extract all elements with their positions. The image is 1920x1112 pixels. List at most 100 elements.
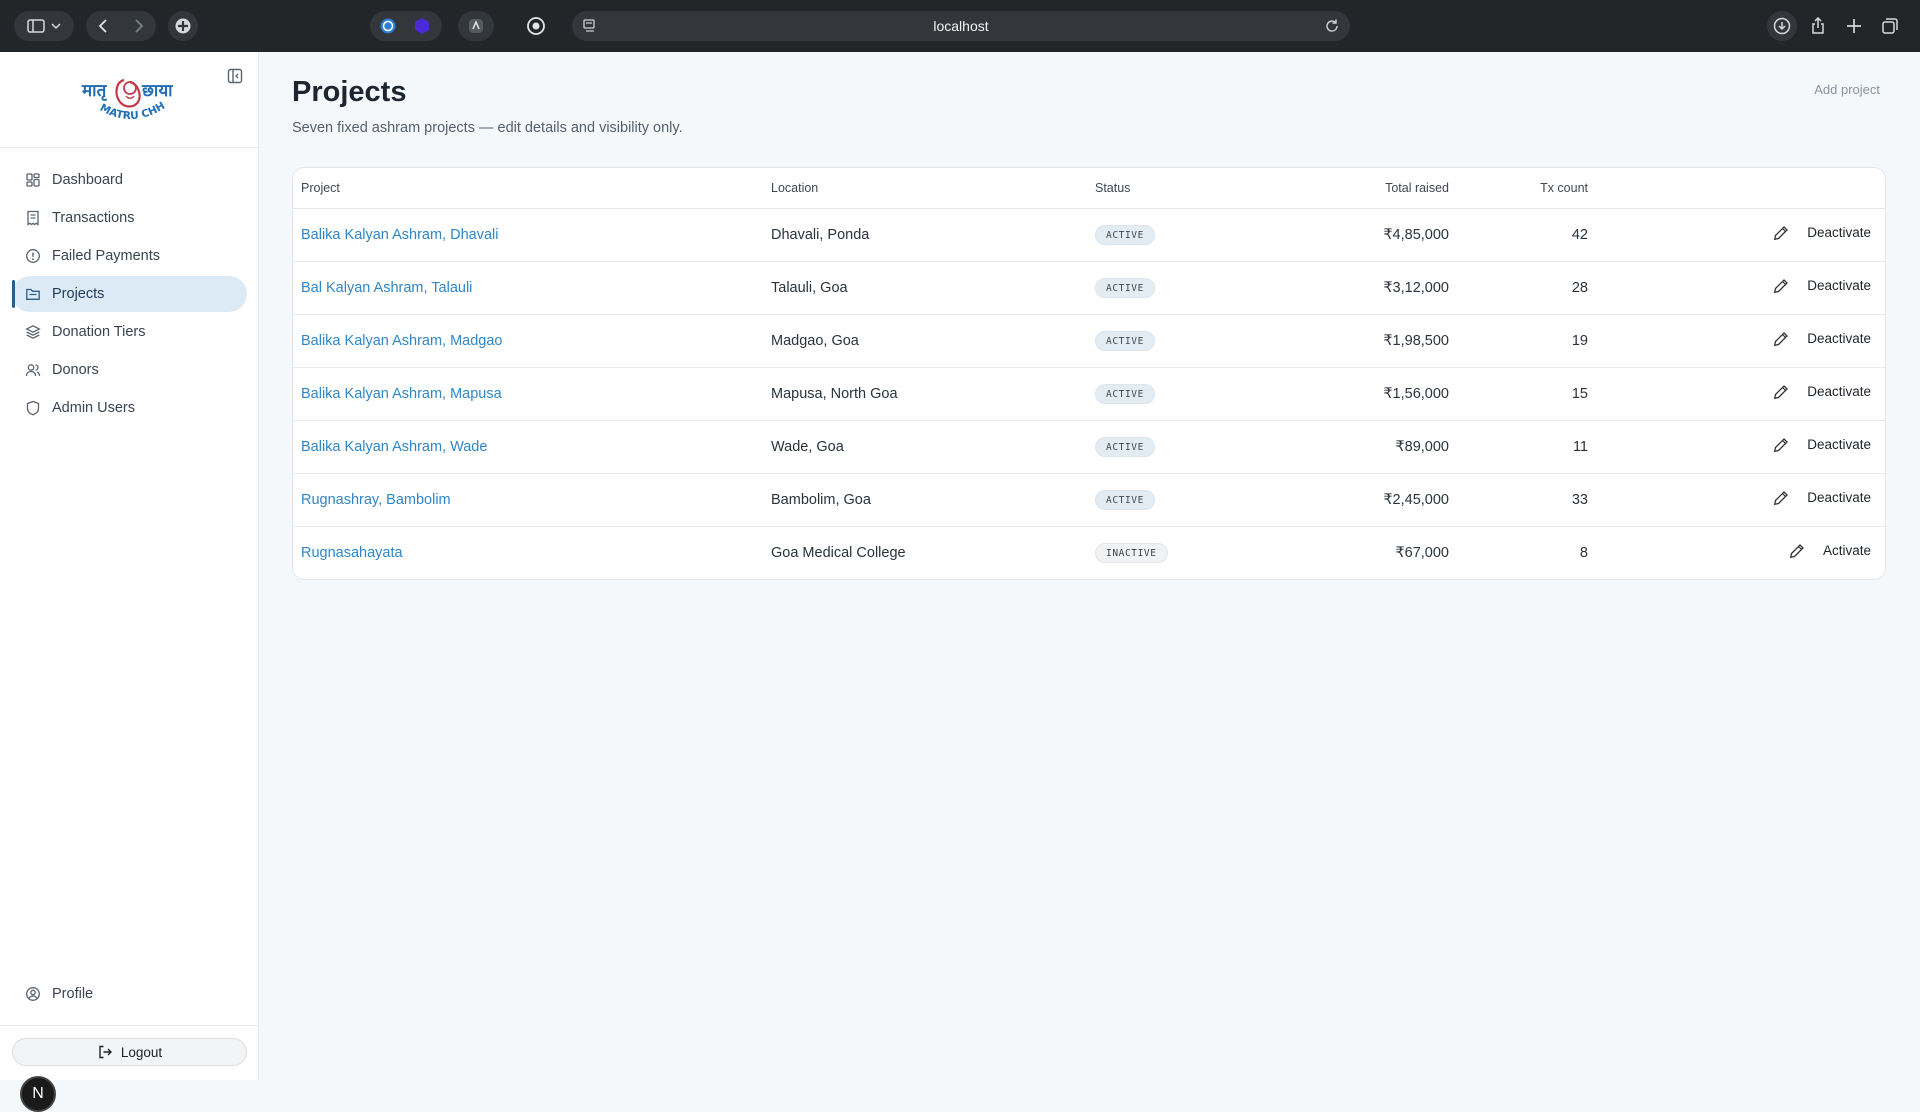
project-location: Wade, Goa (763, 420, 1087, 474)
total-raised: ₹2,45,000 (1287, 473, 1457, 527)
logout-button[interactable]: Logout (12, 1038, 247, 1066)
logo-area: मातृ छाया MATRU CHHAYA (0, 52, 259, 148)
activate-button[interactable]: Activate (1823, 543, 1871, 558)
layers-icon (25, 324, 41, 340)
edit-pencil-icon[interactable] (1773, 225, 1789, 241)
project-name-link[interactable]: Rugnashray, Bambolim (301, 492, 451, 508)
svg-text:छाया: छाया (141, 81, 173, 101)
forward-icon[interactable] (135, 19, 144, 33)
project-location: Talauli, Goa (763, 261, 1087, 315)
deactivate-button[interactable]: Deactivate (1807, 278, 1871, 293)
deactivate-button[interactable]: Deactivate (1807, 384, 1871, 399)
deactivate-button[interactable]: Deactivate (1807, 225, 1871, 240)
edit-pencil-icon[interactable] (1789, 543, 1805, 559)
project-location: Dhavali, Ponda (763, 208, 1087, 262)
column-header-location: Location (763, 168, 1087, 209)
privacy-button[interactable] (521, 11, 551, 41)
add-project-button[interactable]: Add project (1814, 82, 1880, 97)
total-raised: ₹89,000 (1287, 420, 1457, 474)
avatar[interactable]: N (20, 1076, 56, 1112)
tx-count: 11 (1457, 420, 1596, 474)
back-icon[interactable] (98, 19, 107, 33)
extension-button[interactable] (168, 11, 198, 41)
sidebar-item-failed-payments[interactable]: Failed Payments (12, 238, 247, 274)
project-location: Mapusa, North Goa (763, 367, 1087, 421)
edit-pencil-icon[interactable] (1773, 278, 1789, 294)
sidebar-item-transactions[interactable]: Transactions (12, 200, 247, 236)
privacy-icon (527, 17, 545, 35)
pinned-tab-3[interactable] (458, 11, 494, 41)
history-nav (86, 11, 156, 41)
sidebar: मातृ छाया MATRU CHHAYA Dashboard Transac… (0, 52, 259, 1112)
logout-label: Logout (120, 1044, 163, 1060)
sidebar-item-label: Donation Tiers (52, 324, 146, 340)
project-name-link[interactable]: Balika Kalyan Ashram, Madgao (301, 333, 503, 349)
address-bar[interactable]: localhost (572, 11, 1350, 41)
project-name-link[interactable]: Bal Kalyan Ashram, Talauli (301, 280, 472, 296)
table-row: Balika Kalyan Ashram, Madgao Madgao, Goa… (293, 314, 1885, 368)
project-name-link[interactable]: Rugnasahayata (301, 545, 403, 561)
sidebar-item-admin-users[interactable]: Admin Users (12, 390, 247, 426)
edit-pencil-icon[interactable] (1773, 331, 1789, 347)
tab-overview-button[interactable] (1875, 11, 1905, 41)
projects-table-card: Project Location Status Total raised Tx … (292, 167, 1886, 580)
status-badge: ACTIVE (1095, 383, 1155, 404)
tx-count: 15 (1457, 367, 1596, 421)
table-row: Balika Kalyan Ashram, Dhavali Dhavali, P… (293, 208, 1885, 262)
matru-chhaya-logo[interactable]: मातृ छाया MATRU CHHAYA (80, 66, 180, 132)
pinned-tab-1-icon[interactable] (380, 18, 396, 34)
page-subtitle: Seven fixed ashram projects — edit detai… (292, 120, 683, 136)
status-badge: INACTIVE (1095, 542, 1168, 563)
collapse-sidebar-button[interactable] (226, 67, 244, 85)
edit-pencil-icon[interactable] (1773, 384, 1789, 400)
share-icon (1812, 17, 1824, 34)
tx-count: 42 (1457, 208, 1596, 262)
total-raised: ₹4,85,000 (1287, 208, 1457, 262)
edit-pencil-icon[interactable] (1773, 437, 1789, 453)
receipt-icon (25, 210, 41, 226)
sidebar-item-donation-tiers[interactable]: Donation Tiers (12, 314, 247, 350)
status-badge: ACTIVE (1095, 489, 1155, 510)
user-circle-icon (25, 986, 41, 1002)
share-button[interactable] (1803, 11, 1833, 41)
table-row: Bal Kalyan Ashram, Talauli Talauli, Goa … (293, 261, 1885, 315)
status-badge: ACTIVE (1095, 277, 1155, 298)
project-name-link[interactable]: Balika Kalyan Ashram, Mapusa (301, 386, 502, 402)
deactivate-button[interactable]: Deactivate (1807, 331, 1871, 346)
sidebar-item-label: Projects (52, 286, 105, 302)
sidebar-item-profile[interactable]: Profile (12, 976, 247, 1012)
alert-circle-icon (25, 248, 41, 264)
project-location: Bambolim, Goa (763, 473, 1087, 527)
sidebar-item-projects[interactable]: Projects (12, 276, 247, 312)
table-row: Balika Kalyan Ashram, Wade Wade, Goa ACT… (293, 420, 1885, 474)
sidebar-item-label: Failed Payments (52, 248, 160, 264)
extension-icon (175, 18, 191, 34)
total-raised: ₹1,56,000 (1287, 367, 1457, 421)
status-badge: ACTIVE (1095, 436, 1155, 457)
project-name-link[interactable]: Balika Kalyan Ashram, Dhavali (301, 227, 498, 243)
column-header-status: Status (1087, 168, 1287, 209)
download-icon (1773, 17, 1791, 35)
edit-pencil-icon[interactable] (1773, 490, 1789, 506)
project-name-link[interactable]: Balika Kalyan Ashram, Wade (301, 439, 487, 455)
column-header-total-raised: Total raised (1287, 168, 1457, 209)
deactivate-button[interactable]: Deactivate (1807, 490, 1871, 505)
sidebar-divider (0, 1025, 259, 1026)
pinned-tab-2-icon[interactable] (415, 18, 429, 34)
sidebar-item-donors[interactable]: Donors (12, 352, 247, 388)
tx-count: 28 (1457, 261, 1596, 315)
column-header-actions (1596, 168, 1885, 209)
new-tab-button[interactable] (1839, 11, 1869, 41)
sidebar-nav: Dashboard Transactions Failed Payments P… (12, 162, 247, 428)
downloads-button[interactable] (1767, 11, 1797, 41)
sidebar-item-label: Donors (52, 362, 99, 378)
tabs-icon (1882, 18, 1898, 34)
sidebar-toggle-button[interactable] (14, 11, 74, 41)
sidebar-item-dashboard[interactable]: Dashboard (12, 162, 247, 198)
column-header-tx-count: Tx count (1457, 168, 1596, 209)
reload-icon[interactable] (1324, 18, 1340, 34)
browser-toolbar: localhost (0, 0, 1920, 52)
deactivate-button[interactable]: Deactivate (1807, 437, 1871, 452)
tx-count: 33 (1457, 473, 1596, 527)
shield-icon (25, 400, 41, 416)
